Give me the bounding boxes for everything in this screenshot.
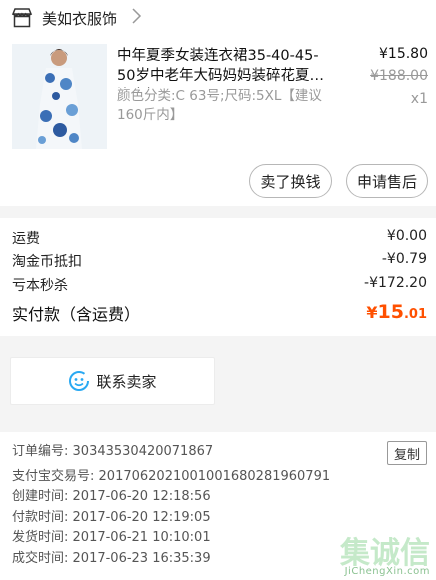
total-decimal: .01: [403, 307, 427, 322]
fee-row-shipping: 运费 ¥0.00: [12, 228, 427, 248]
order-info-label: 订单编号:: [12, 444, 69, 459]
fee-value: -¥0.79: [381, 251, 427, 267]
fee-label: 亏本秒杀: [12, 278, 68, 294]
fee-label: 运费: [12, 231, 40, 247]
total-integer: 15: [377, 301, 404, 323]
fee-row-flash: 亏本秒杀 -¥172.20: [12, 275, 427, 295]
total-row: 实付款（含运费） ¥15.01: [12, 301, 427, 325]
order-info-value: 2017-06-20 12:19:05: [72, 510, 211, 525]
product-price: ¥15.80: [379, 46, 428, 62]
total-label: 实付款（含运费）: [12, 305, 141, 324]
total-currency: ¥: [366, 303, 378, 322]
after-sales-button[interactable]: 申请售后: [346, 164, 428, 198]
order-item[interactable]: 中年夏季女装连衣裙35-40-45-50岁中老年大码妈妈装碎花夏装连衣裙 颜色分…: [0, 36, 436, 206]
order-info-value: 2017-06-23 16:35:39: [72, 551, 211, 566]
completed-time-row: 成交时间: 2017-06-23 16:35:39: [12, 549, 211, 569]
watermark-domain: JiChengXin.com: [344, 566, 430, 577]
chevron-right-icon: [132, 8, 142, 24]
product-spec: 颜色分类:C 63号;尺码:5XL【建议160斤内】: [117, 88, 322, 123]
order-info-label: 成交时间:: [12, 551, 69, 566]
product-thumbnail[interactable]: [12, 44, 107, 149]
contact-seller-button[interactable]: 联系卖家: [10, 357, 215, 405]
order-info-label: 创建时间:: [12, 489, 69, 504]
shop-name[interactable]: 美如衣服饰: [42, 8, 117, 29]
order-info-label: 付款时间:: [12, 510, 69, 525]
order-info-value: 2017-06-21 10:10:01: [72, 530, 211, 545]
fee-summary: 运费 ¥0.00 淘金币抵扣 -¥0.79 亏本秒杀 -¥172.20 实付款（…: [0, 218, 436, 336]
shop-header[interactable]: 美如衣服饰: [0, 0, 436, 36]
resell-button[interactable]: 卖了换钱: [249, 164, 332, 198]
contact-seller-label: 联系卖家: [96, 372, 157, 391]
paid-time-row: 付款时间: 2017-06-20 12:19:05: [12, 508, 211, 528]
fee-value: ¥0.00: [386, 228, 427, 244]
product-title[interactable]: 中年夏季女装连衣裙35-40-45-50岁中老年大码妈妈装碎花夏装连衣裙: [117, 46, 335, 88]
fee-label: 淘金币抵扣: [12, 254, 82, 270]
shop-icon: [11, 8, 33, 28]
product-quantity: x1: [410, 91, 428, 107]
watermark: 集诚信 JiChengXin.com: [310, 528, 430, 577]
copy-button[interactable]: 复制: [387, 441, 427, 465]
order-number-row: 订单编号: 30343530420071867: [12, 442, 213, 462]
product-original-price: ¥188.00: [370, 68, 428, 84]
fee-value: -¥172.20: [364, 275, 427, 291]
chat-face-icon: [69, 371, 90, 391]
shipped-time-row: 发货时间: 2017-06-21 10:10:01: [12, 528, 211, 548]
total-value: ¥15.01: [366, 301, 427, 323]
order-info-value: 2017062021001001680281960791: [98, 469, 331, 484]
alipay-trade-row: 支付宝交易号: 2017062021001001680281960791: [12, 467, 330, 487]
order-info-value: 2017-06-20 12:18:56: [72, 489, 211, 504]
created-time-row: 创建时间: 2017-06-20 12:18:56: [12, 487, 211, 507]
order-info-value: 30343530420071867: [72, 444, 214, 459]
product-image: [12, 44, 107, 149]
order-info-label: 发货时间:: [12, 530, 69, 545]
order-info-label: 支付宝交易号:: [12, 469, 95, 484]
fee-row-coin: 淘金币抵扣 -¥0.79: [12, 251, 427, 271]
